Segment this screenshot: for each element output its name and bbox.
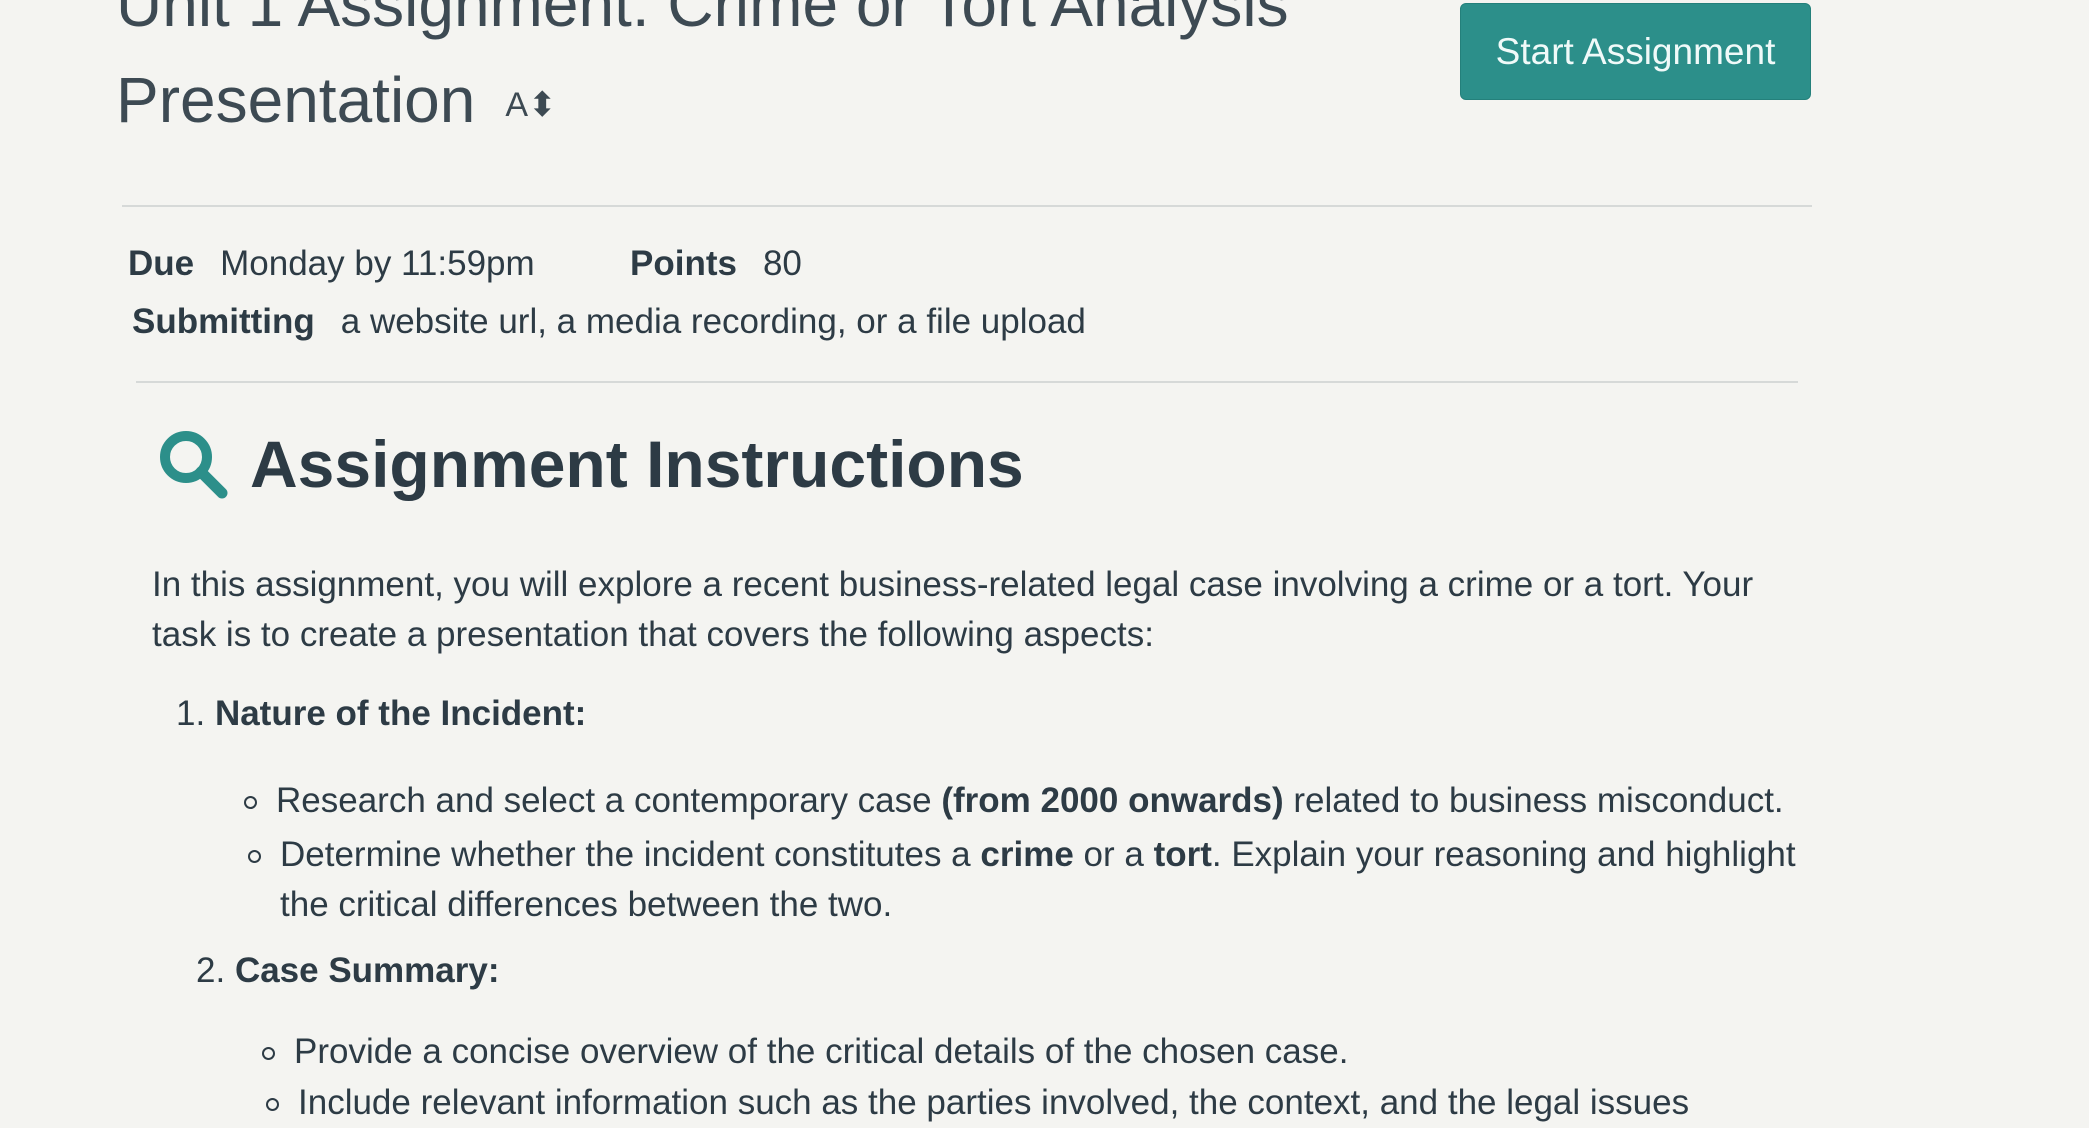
bullet-text: Provide a concise overview of the critic… xyxy=(294,1032,1349,1071)
points-label: Points xyxy=(630,244,737,283)
list-item-2-number: 2. xyxy=(196,951,226,990)
title-line-2: Presentation A⬍ xyxy=(116,52,1416,153)
bullet-text: Determine whether the incident constitut… xyxy=(280,835,981,874)
instructions-heading: Assignment Instructions xyxy=(156,426,1024,502)
due-label: Due xyxy=(128,244,195,283)
divider-bottom xyxy=(136,381,1798,383)
list-item-2-title: 2. Case Summary: xyxy=(196,951,500,991)
assignment-page: Unit 1 Assignment: Crime or Tort Analysi… xyxy=(0,0,2089,1122)
bullet-item: Provide a concise overview of the critic… xyxy=(262,1027,1814,1077)
points-info: Points 80 xyxy=(630,244,802,284)
bullet-bold: tort xyxy=(1153,835,1212,874)
search-icon xyxy=(160,431,228,499)
divider-top xyxy=(122,205,1812,207)
start-assignment-button[interactable]: Start Assignment xyxy=(1460,3,1811,100)
list-item-2-heading: Case Summary: xyxy=(234,951,500,990)
points-value: 80 xyxy=(762,244,802,283)
bullet-item: Include relevant information such as the… xyxy=(266,1078,1818,1128)
submitting-value: a website url, a media recording, or a f… xyxy=(340,302,1086,341)
instructions-intro: In this assignment, you will explore a r… xyxy=(152,565,1754,654)
bullet-bold: (from 2000 onwards) xyxy=(941,781,1284,820)
bullet-text: related to business misconduct. xyxy=(1283,781,1784,820)
due-value: Monday by 11:59pm xyxy=(220,244,535,283)
submitting-label: Submitting xyxy=(132,302,315,341)
list-item-1-number: 1. xyxy=(176,694,206,733)
submitting-info: Submitting a website url, a media recordi… xyxy=(132,302,1086,342)
instructions-heading-text: Assignment Instructions xyxy=(250,427,1024,501)
bullet-item: Research and select a contemporary case … xyxy=(244,776,1796,826)
due-info: Due Monday by 11:59pm xyxy=(128,244,535,284)
bullet-item: Determine whether the incident constitut… xyxy=(248,830,1800,930)
bullet-bold: crime xyxy=(980,835,1074,874)
bullet-text: Research and select a contemporary case xyxy=(276,781,942,820)
title-line-1: Unit 1 Assignment: Crime or Tort Analysi… xyxy=(116,0,1289,40)
bullet-text: Include relevant information such as the… xyxy=(298,1083,1690,1122)
page-title: Unit 1 Assignment: Crime or Tort Analysi… xyxy=(116,0,1416,153)
list-item-1-heading: Nature of the Incident: xyxy=(214,694,587,733)
list-item-1-title: 1. Nature of the Incident: xyxy=(176,694,586,734)
title-line-2-text: Presentation xyxy=(116,64,476,136)
bullet-text: or a xyxy=(1073,835,1154,874)
immersive-reader-icon[interactable]: A⬍ xyxy=(505,86,556,124)
